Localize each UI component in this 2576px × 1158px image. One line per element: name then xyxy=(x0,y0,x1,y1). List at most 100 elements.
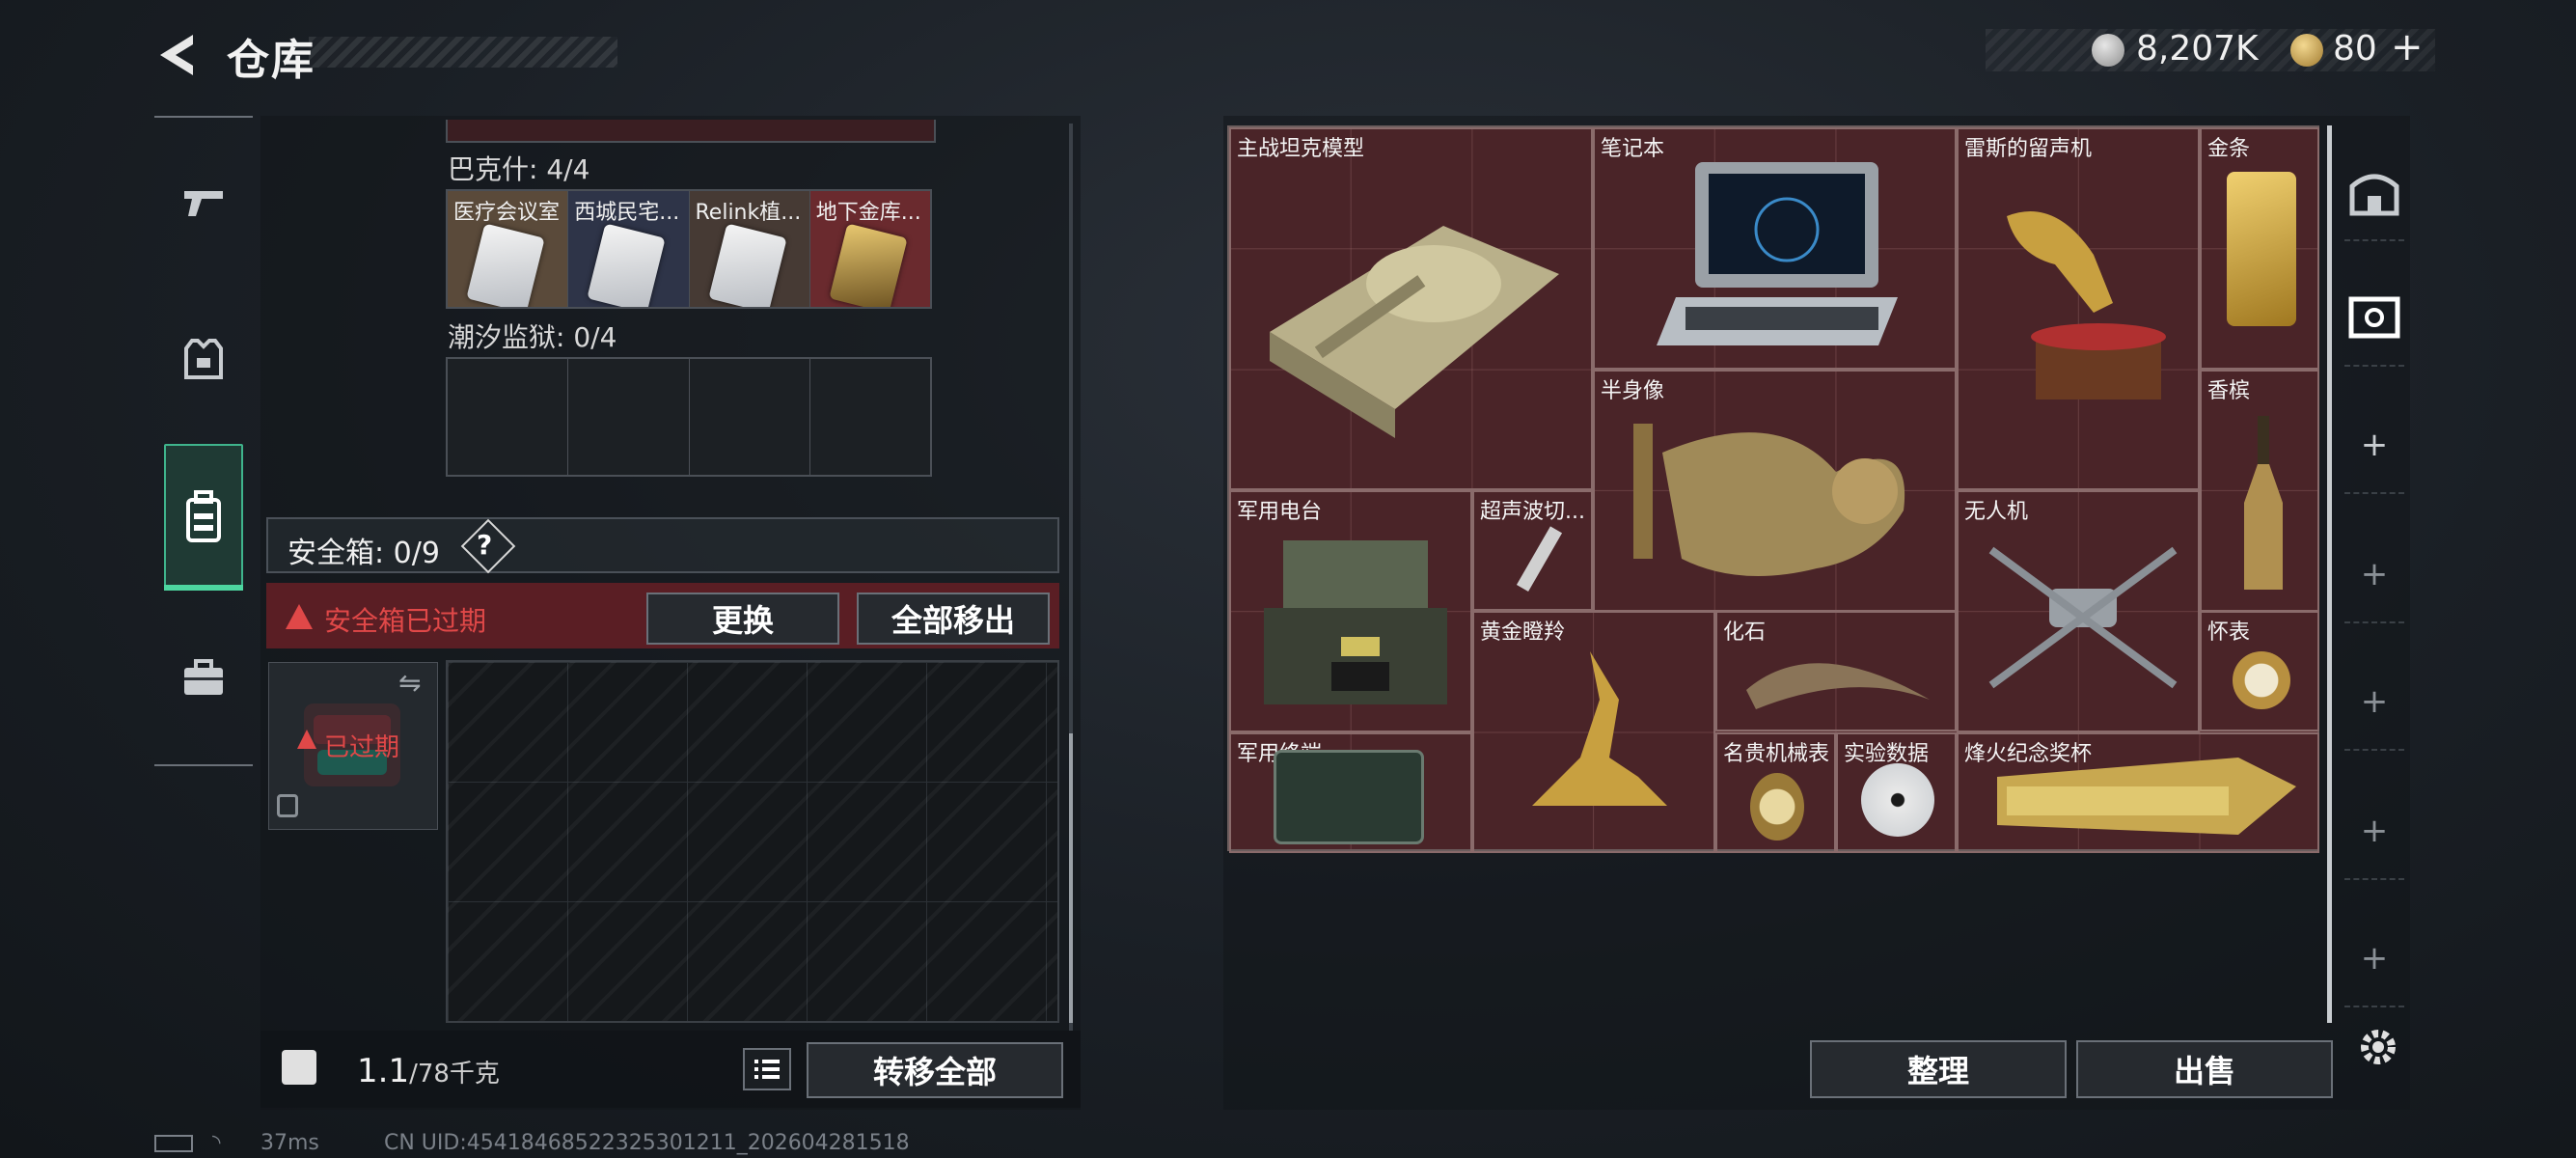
gold-bar-image xyxy=(2227,172,2296,326)
item-drone[interactable]: 无人机 xyxy=(1957,490,2200,732)
warning-icon xyxy=(286,604,313,629)
empty-keycard-slot[interactable] xyxy=(568,359,690,475)
keycard-label: Relink植... xyxy=(695,201,802,225)
currency-silver: 8,207K xyxy=(2136,29,2259,69)
item-trophy[interactable]: 烽火纪念奖杯 xyxy=(1957,732,2319,853)
section-label-bakesh: 巴克什: 4/4 xyxy=(448,153,590,185)
nav-armor[interactable] xyxy=(164,311,243,407)
empty-keycard-slot[interactable] xyxy=(448,359,569,475)
item-military-radio[interactable]: 军用电台 xyxy=(1229,490,1472,732)
section-label-prison: 潮汐监狱: 0/4 xyxy=(448,321,617,353)
help-icon-label: ? xyxy=(477,529,493,561)
radio-image xyxy=(1264,540,1447,704)
expired-warning-icon xyxy=(297,730,316,749)
item-gramophone[interactable]: 雷斯的留声机 xyxy=(1957,127,2200,490)
empty-keycard-slot[interactable] xyxy=(810,359,930,475)
keycard-icon xyxy=(587,223,666,307)
gramophone-image xyxy=(2007,211,2166,400)
lock-icon xyxy=(277,794,298,817)
item-laptop[interactable]: 笔记本 xyxy=(1593,127,1957,370)
currency-gold: 80 xyxy=(2333,29,2377,69)
item-fossil[interactable]: 化石 xyxy=(1715,611,1957,731)
silver-coin-icon xyxy=(2092,34,2124,67)
back-arrow-icon[interactable] xyxy=(154,31,203,79)
slot-row-partial xyxy=(446,120,936,143)
item-ultrasonic-cutter[interactable]: 超声波切... xyxy=(1472,490,1593,611)
wifi-icon: ◝ xyxy=(212,1131,221,1155)
item-label: 主战坦克模型 xyxy=(1237,137,1365,161)
item-luxury-watch[interactable]: 名贵机械表 xyxy=(1715,732,1836,853)
safe-box-label: 安全箱: 0/9 xyxy=(288,537,440,570)
weight-capacity: /78千克 xyxy=(409,1060,500,1089)
watch-image xyxy=(1750,773,1804,841)
expired-tag: 已过期 xyxy=(324,733,400,762)
gold-coin-icon xyxy=(2290,34,2323,67)
rail-add-button-4[interactable]: + xyxy=(2344,784,2404,880)
nav-weapons[interactable] xyxy=(164,154,243,251)
transfer-all-button[interactable]: 转移全部 xyxy=(807,1042,1063,1098)
stash-grid: 主战坦克模型 笔记本 雷斯的留声机 金条 半身像 香槟 军用电台 超声波切...… xyxy=(1227,125,2319,853)
item-military-terminal[interactable]: 军用终端 xyxy=(1229,732,1472,853)
rail-add-button-2[interactable]: + xyxy=(2344,527,2404,623)
keycard-icon xyxy=(707,223,787,307)
left-scrollbar-thumb[interactable] xyxy=(1069,733,1073,1023)
laptop-image xyxy=(1657,162,1898,345)
settings-gear-icon[interactable] xyxy=(2354,1023,2402,1071)
weight-readout: 1.1/78千克 xyxy=(357,1052,500,1090)
keycard-row-prison xyxy=(446,357,932,477)
list-icon xyxy=(754,1060,780,1079)
drone-image xyxy=(1988,546,2178,689)
terminal-image xyxy=(1274,750,1424,844)
nav-backpack[interactable] xyxy=(164,444,243,591)
rail-add-button-3[interactable]: + xyxy=(2344,654,2404,751)
item-label: 名贵机械表 xyxy=(1723,742,1830,766)
keycard-slot[interactable]: 医疗会议室 xyxy=(448,191,569,307)
keycard-slot[interactable]: 西城民宅... xyxy=(568,191,690,307)
list-view-button[interactable] xyxy=(743,1048,791,1090)
item-label: 香槟 xyxy=(2207,379,2251,403)
rail-safe-button[interactable] xyxy=(2344,270,2404,367)
item-tank-model[interactable]: 主战坦克模型 xyxy=(1229,127,1593,490)
safe-icon xyxy=(2348,296,2400,339)
item-label: 雷斯的留声机 xyxy=(1964,137,2093,161)
sort-button[interactable]: 整理 xyxy=(1810,1040,2067,1098)
keycard-icon xyxy=(466,223,545,307)
ping-readout: 37ms xyxy=(260,1131,319,1155)
tank-image xyxy=(1270,226,1559,438)
replace-button[interactable]: 更换 xyxy=(646,593,839,645)
item-bust[interactable]: 半身像 xyxy=(1593,370,1957,612)
item-gold-bar[interactable]: 金条 xyxy=(2200,127,2319,370)
item-label: 怀表 xyxy=(2207,620,2251,645)
champagne-image xyxy=(2244,416,2283,590)
rail-add-button-5[interactable]: + xyxy=(2344,911,2404,1007)
item-pocket-watch[interactable]: 怀表 xyxy=(2200,611,2319,731)
weight-current: 1.1 xyxy=(357,1052,410,1090)
briefcase-icon xyxy=(184,659,223,695)
keycard-label: 医疗会议室 xyxy=(453,201,561,225)
item-champagne[interactable]: 香槟 xyxy=(2200,370,2319,612)
rail-add-button-1[interactable]: + xyxy=(2344,398,2404,494)
gazelle-image xyxy=(1532,651,1667,806)
item-experiment-data[interactable]: 实验数据 xyxy=(1836,732,1957,853)
rail-stash-button[interactable] xyxy=(2344,145,2404,241)
swap-icon[interactable]: ⇋ xyxy=(398,667,421,699)
empty-keycard-slot[interactable] xyxy=(690,359,810,475)
keycard-label: 西城民宅... xyxy=(574,201,680,225)
safe-box-grid[interactable] xyxy=(446,660,1059,1023)
keycard-slot[interactable]: Relink植... xyxy=(689,191,810,307)
nav-briefcase[interactable] xyxy=(164,629,243,726)
gun-icon xyxy=(184,191,223,216)
pocket-watch-image xyxy=(2233,651,2290,709)
right-scrollbar[interactable] xyxy=(2327,125,2332,1023)
disc-image xyxy=(1861,763,1934,837)
item-golden-gazelle[interactable]: 黄金瞪羚 xyxy=(1472,611,1715,853)
weight-icon xyxy=(282,1050,316,1085)
fossil-image xyxy=(1746,663,1930,709)
keycard-slot[interactable]: 地下金库... xyxy=(809,191,930,307)
sell-button[interactable]: 出售 xyxy=(2076,1040,2333,1098)
add-currency-button[interactable]: + xyxy=(2391,25,2424,69)
bust-image xyxy=(1633,424,1905,576)
item-label: 金条 xyxy=(2207,137,2251,161)
remove-all-button[interactable]: 全部移出 xyxy=(857,593,1050,645)
page-title: 仓库 xyxy=(227,36,315,85)
